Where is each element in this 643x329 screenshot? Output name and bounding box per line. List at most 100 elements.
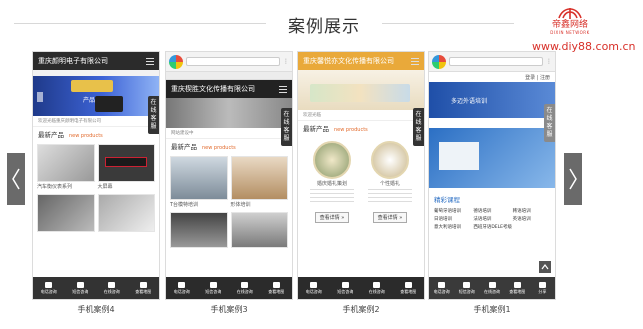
product-item[interactable] bbox=[170, 212, 228, 248]
view-details-button[interactable]: 查看详情 » bbox=[314, 212, 350, 223]
footer-map[interactable]: 查看地图 bbox=[393, 277, 425, 299]
menu-icon[interactable] bbox=[146, 57, 154, 65]
chat-icon bbox=[373, 281, 381, 288]
footer-map[interactable]: 查看地图 bbox=[128, 277, 160, 299]
product-grid: T台模特培训 形体培训 bbox=[166, 153, 292, 251]
product-image bbox=[371, 141, 409, 179]
course-link[interactable]: 日语培训 bbox=[434, 216, 471, 222]
prev-arrow-button[interactable] bbox=[7, 153, 25, 205]
online-service-tab[interactable]: 在线客服 bbox=[413, 108, 424, 146]
banner-logo-badge bbox=[71, 80, 113, 92]
page-title: 案例展示 bbox=[288, 17, 360, 37]
footer-bar: 电话咨询 短信咨询 在线咨询 查看地图 bbox=[33, 277, 159, 299]
map-icon bbox=[272, 281, 280, 288]
section-header: 最新产品 new products bbox=[166, 138, 292, 153]
product-item[interactable]: 个性婚礼 查看详情 » bbox=[364, 141, 416, 223]
header-divider-right bbox=[382, 23, 514, 24]
next-arrow-button[interactable] bbox=[564, 153, 582, 205]
notice-text: 欢迎光临重庆颜明电子有限公司 bbox=[38, 119, 101, 124]
product-image bbox=[97, 144, 155, 182]
footer-chat[interactable]: 在线咨询 bbox=[96, 277, 128, 299]
footer-call[interactable]: 电话咨询 bbox=[33, 277, 65, 299]
banner-prev-icon[interactable] bbox=[37, 92, 43, 102]
phone-icon bbox=[438, 281, 446, 288]
site-header: 重庆颜明电子有限公司 bbox=[33, 52, 159, 70]
footer-map[interactable]: 查看地图 bbox=[261, 277, 293, 299]
product-item[interactable] bbox=[230, 212, 288, 248]
course-link[interactable]: 法语培训 bbox=[473, 216, 510, 222]
phone-case-card-1[interactable]: ⋮ 登录 | 注册 多迈外语培训 精彩课程 葡萄牙语培训 德语培训 韩语培训 日… bbox=[428, 51, 556, 300]
case-caption-2: 手机案例2 bbox=[342, 305, 380, 314]
product-image bbox=[230, 156, 288, 200]
address-bar[interactable] bbox=[186, 57, 280, 66]
product-item[interactable]: 婚庆婚礼策划 查看详情 » bbox=[306, 141, 358, 223]
address-bar[interactable] bbox=[449, 57, 543, 66]
product-grid: 婚庆婚礼策划 查看详情 » 个性婚礼 查看详情 » bbox=[298, 135, 424, 229]
footer-call[interactable]: 电话咨询 bbox=[166, 277, 198, 299]
course-link[interactable]: 西班牙语DELE考级 bbox=[473, 224, 550, 230]
site-title: 重庆楔胜文化传播有限公司 bbox=[171, 85, 255, 93]
footer-sms[interactable]: 短信咨询 bbox=[198, 277, 230, 299]
logo-text: 帝鑫网络 bbox=[551, 20, 588, 30]
message-icon bbox=[209, 281, 217, 288]
message-icon bbox=[76, 281, 84, 288]
footer-chat[interactable]: 在线咨询 bbox=[229, 277, 261, 299]
footer-sms[interactable]: 短信咨询 bbox=[330, 277, 362, 299]
online-service-tab[interactable]: 在线客服 bbox=[281, 108, 292, 146]
footer-sms[interactable]: 短信咨询 bbox=[454, 277, 479, 299]
phone-case-card-2[interactable]: 重庆馨悦亦文化传播有限公司 欢迎光临 最新产品 new products 婚庆婚… bbox=[297, 51, 425, 300]
course-link[interactable]: 德语培训 bbox=[473, 208, 510, 214]
section-title-en: new products bbox=[69, 133, 103, 139]
message-icon bbox=[341, 281, 349, 288]
footer-call[interactable]: 电话咨询 bbox=[429, 277, 454, 299]
chevron-up-icon bbox=[541, 264, 549, 270]
chevron-left-icon bbox=[12, 168, 20, 190]
product-image bbox=[230, 212, 288, 248]
product-item[interactable]: T台模特培训 bbox=[170, 156, 228, 209]
footer-bar: 电话咨询 短信咨询 在线咨询 查看地图 分享 bbox=[429, 277, 555, 299]
logo-subtext: DIXIN NETWORK bbox=[550, 30, 590, 35]
browser-toolbar: ⋮ bbox=[166, 52, 292, 72]
online-service-tab[interactable]: 在线客服 bbox=[148, 96, 159, 134]
more-icon[interactable]: ⋮ bbox=[546, 58, 552, 65]
login-links[interactable]: 登录 | 注册 bbox=[429, 72, 555, 82]
footer-bar: 电话咨询 短信咨询 在线咨询 查看地图 bbox=[298, 277, 424, 299]
footer-call[interactable]: 电话咨询 bbox=[298, 277, 330, 299]
footer-sms[interactable]: 短信咨询 bbox=[65, 277, 97, 299]
product-item[interactable]: 大屏幕 bbox=[97, 144, 155, 191]
product-item[interactable] bbox=[97, 194, 155, 232]
course-link[interactable]: 韩语培训 bbox=[513, 208, 550, 214]
more-icon[interactable]: ⋮ bbox=[283, 58, 289, 65]
footer-map[interactable]: 查看地图 bbox=[505, 277, 530, 299]
chat-icon bbox=[488, 281, 496, 288]
brand-logo[interactable]: 帝鑫网络 DIXIN NETWORK bbox=[546, 4, 594, 35]
product-image bbox=[170, 156, 228, 200]
footer-share[interactable]: 分享 bbox=[530, 277, 555, 299]
product-label: 个性婚礼 bbox=[379, 181, 400, 187]
phone-case-card-3[interactable]: ⋮ 重庆楔胜文化传播有限公司 网站建设中 最新产品 new products T… bbox=[165, 51, 293, 300]
case-showcase-page: 案例展示 帝鑫网络 DIXIN NETWORK www.diy88.com.cn… bbox=[0, 0, 643, 329]
menu-icon[interactable] bbox=[411, 57, 419, 65]
footer-chat[interactable]: 在线咨询 bbox=[361, 277, 393, 299]
notice-text: 欢迎光临 bbox=[303, 113, 321, 118]
product-item[interactable]: 形体培训 bbox=[230, 156, 288, 209]
product-item[interactable] bbox=[37, 194, 95, 232]
course-link[interactable]: 葡萄牙语培训 bbox=[434, 208, 471, 214]
view-details-button[interactable]: 查看详情 » bbox=[372, 212, 408, 223]
browser-tab[interactable] bbox=[166, 72, 292, 80]
banner-tagline: 多迈外语培训 bbox=[451, 98, 488, 105]
product-item[interactable]: 汽车衡仪表系列 bbox=[37, 144, 95, 191]
section-title-cn: 最新产品 bbox=[171, 143, 197, 151]
course-link[interactable]: 意大利语培训 bbox=[434, 224, 471, 230]
promo-image bbox=[429, 128, 555, 188]
section-header: 最新产品 new products bbox=[298, 120, 424, 135]
product-image bbox=[37, 144, 95, 182]
back-to-top-button[interactable] bbox=[539, 261, 551, 273]
header-divider-left bbox=[14, 23, 266, 24]
case-caption-1: 手机案例1 bbox=[473, 305, 511, 314]
online-service-tab[interactable]: 在线客服 bbox=[544, 104, 555, 142]
menu-icon[interactable] bbox=[279, 85, 287, 93]
phone-case-card-4[interactable]: 重庆颜明电子有限公司 产品展示 欢迎光临重庆颜明电子有限公司 最新产品 new … bbox=[32, 51, 160, 300]
course-link[interactable]: 英语培训 bbox=[513, 216, 550, 222]
footer-chat[interactable]: 在线咨询 bbox=[479, 277, 504, 299]
